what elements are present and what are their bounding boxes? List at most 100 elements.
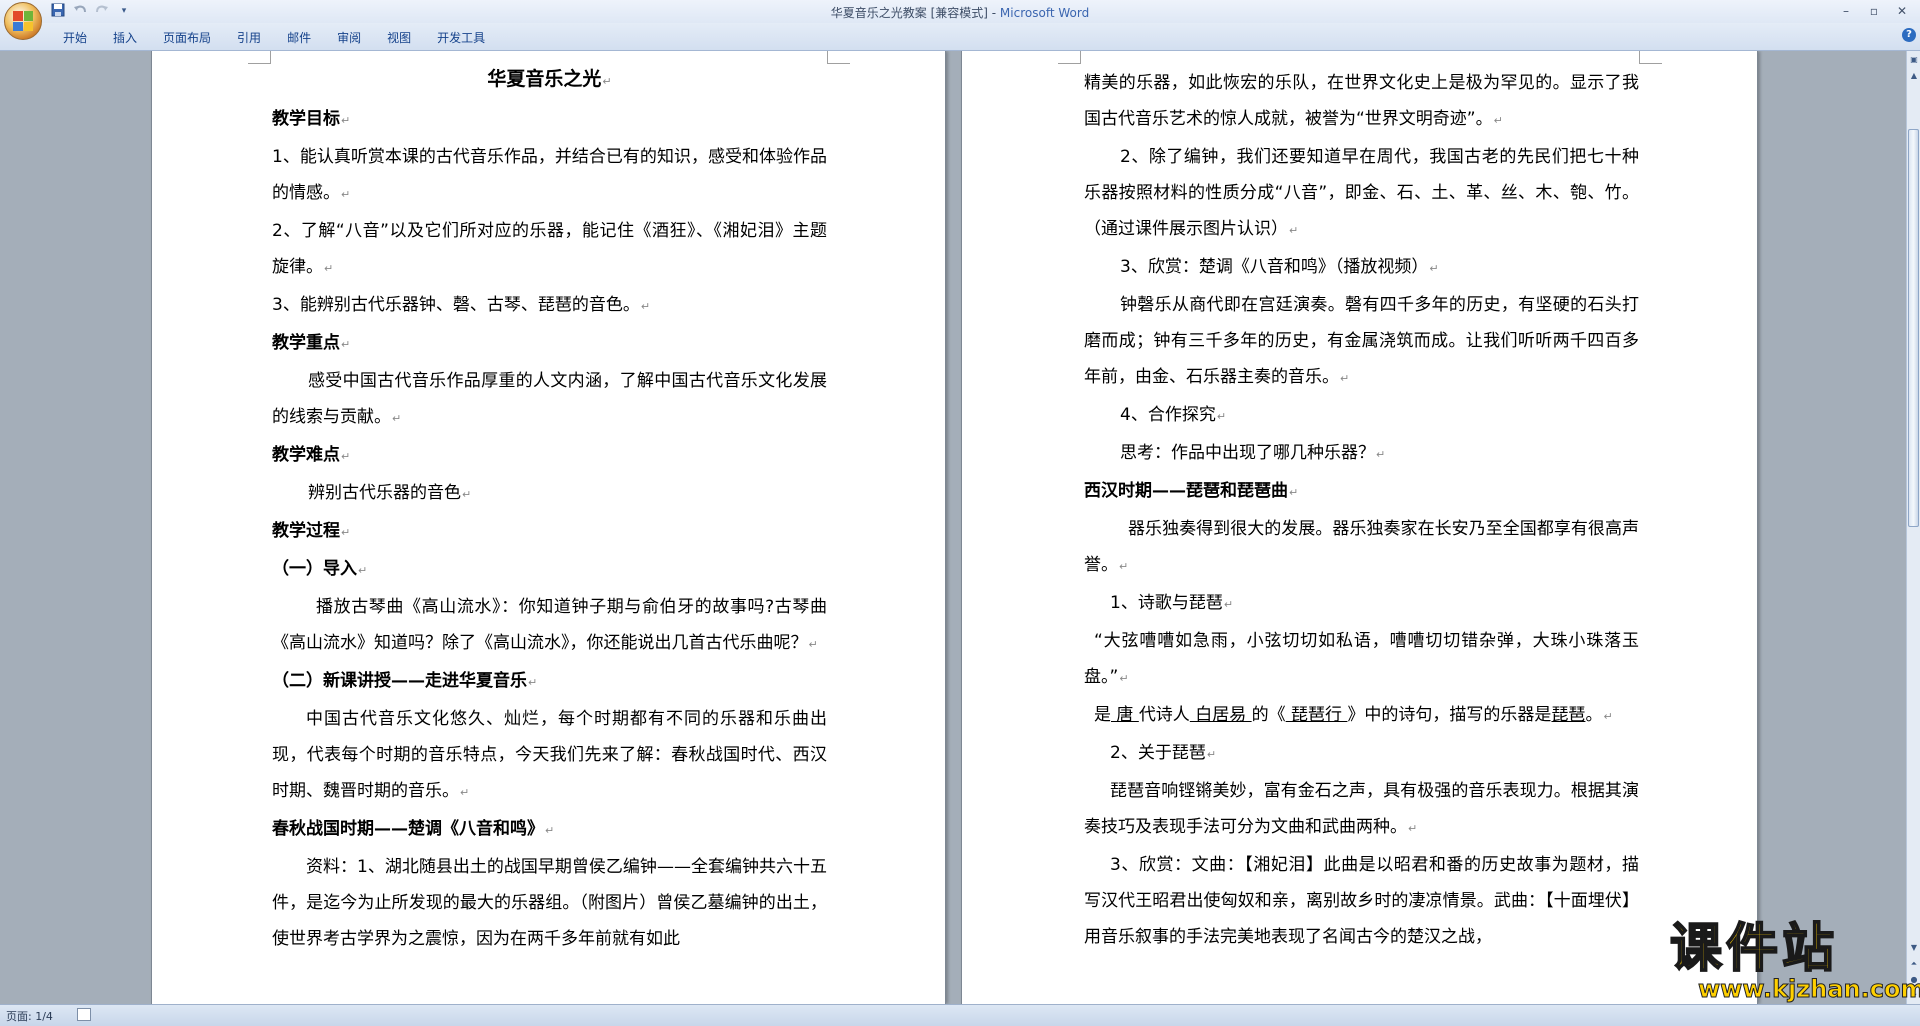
blank-answer: 唐 [1111,705,1139,725]
paragraph: （二）新课讲授——走进华夏音乐↵ [272,663,827,701]
page-count[interactable]: 页面: 1/4 [6,1008,53,1024]
paragraph: 教学目标↵ [272,101,827,139]
paragraph-text: 感受中国古代音乐作品厚重的人文内涵，了解中国古代音乐文化发展的线索与贡献。 [272,371,827,427]
paragraph-text: 教学过程 [272,521,340,541]
page-2-text: 精美的乐器，如此恢宏的乐队，在世界文化史上是极为罕见的。显示了我国古代音乐艺术的… [1084,65,1639,955]
paragraph: 3、欣赏：文曲：【湘妃泪】此曲是以昭君和番的历史故事为题材，描写汉代王昭君出使匈… [1084,847,1639,955]
ruler-toggle-icon[interactable]: ▣ [1908,53,1920,67]
paragraph: 教学难点↵ [272,437,827,475]
margin-corner-mark [248,51,271,64]
paragraph-mark-icon: ↵ [324,262,334,275]
paragraph-mark-icon: ↵ [341,338,351,351]
proofing-icon[interactable] [77,1008,91,1021]
paragraph: 思考：作品中出现了哪几种乐器？↵ [1084,435,1639,473]
paragraph: 教学过程↵ [272,513,827,551]
paragraph-text: 钟磬乐从商代即在宫廷演奏。磬有四千多年的历史，有坚硬的石头打磨而成；钟有三千多年… [1084,295,1639,387]
paragraph: 1、诗歌与琵琶↵ [1084,585,1639,623]
tab-view[interactable]: 视图 [374,27,424,48]
paragraph-mark-icon: ↵ [462,488,472,501]
fill-blank-paragraph: 是 唐 代诗人 白居易 的《 琵琶行 》中的诗句，描写的乐器是琵琶。↵ [1084,697,1639,735]
paragraph-mark-icon: ↵ [1429,262,1439,275]
paragraph-mark-icon: ↵ [341,114,351,127]
paragraph-text: 思考：作品中出现了哪几种乐器？ [1120,443,1375,463]
paragraph-text: 3、欣赏：楚调《八音和鸣》（播放视频） [1120,257,1429,277]
paragraph: 1、能认真听赏本课的古代音乐作品，并结合已有的知识，感受和体验作品的情感。↵ [272,139,827,213]
paragraph-mark-icon: ↵ [1340,372,1350,385]
paragraph-text: 2、除了编钟，我们还要知道早在周代，我国古老的先民们把七十种乐器按照材料的性质分… [1084,147,1639,239]
paragraph-mark-icon: ↵ [602,75,612,88]
paragraph-mark-icon: ↵ [1119,672,1129,685]
blank-answer: 琵琶 [1551,705,1586,725]
paragraph-mark-icon: ↵ [341,188,351,201]
paragraph-text: 教学重点 [272,333,340,353]
paragraph: 春秋战国时期——楚调《八音和鸣》↵ [272,811,827,849]
tab-insert[interactable]: 插入 [100,27,150,48]
window-title: 华夏音乐之光教案 [兼容模式] - Microsoft Word [0,4,1920,21]
margin-corner-mark [1639,51,1662,64]
paragraph-text: 辨别古代乐器的音色 [308,483,461,503]
paragraph-text: 精美的乐器，如此恢宏的乐队，在世界文化史上是极为罕见的。显示了我国古代音乐艺术的… [1084,73,1639,129]
tab-page-layout[interactable]: 页面布局 [150,27,224,48]
office-button[interactable] [4,2,42,40]
app-name: Microsoft Word [999,6,1090,20]
page-1-text: 华夏音乐之光↵ 教学目标↵ 1、能认真听赏本课的古代音乐作品，并结合已有的知识，… [272,51,827,957]
paragraph: 精美的乐器，如此恢宏的乐队，在世界文化史上是极为罕见的。显示了我国古代音乐艺术的… [1084,65,1639,139]
minimize-icon[interactable]: – [1832,2,1860,20]
page-1[interactable]: 华夏音乐之光↵ 教学目标↵ 1、能认真听赏本课的古代音乐作品，并结合已有的知识，… [151,51,946,1004]
paragraph-mark-icon: ↵ [1223,598,1234,611]
ribbon: 开始 插入 页面布局 引用 邮件 审阅 视图 开发工具 ? [0,23,1920,51]
paragraph-text: “大弦嘈嘈如急雨，小弦切切如私语，嘈嘈切切错杂弹，大珠小珠落玉盘。” [1084,631,1639,687]
watermark: 课件站 www.kjzhan.com [1660,917,1920,1004]
blank-answer: 白居易 [1189,705,1252,725]
close-icon[interactable]: ✕ [1888,2,1916,20]
paragraph-mark-icon: ↵ [1493,114,1503,127]
paragraph: “大弦嘈嘈如急雨，小弦切切如私语，嘈嘈切切错杂弹，大珠小珠落玉盘。”↵ [1084,623,1639,697]
paragraph-mark-icon: ↵ [341,450,351,463]
tab-references[interactable]: 引用 [224,27,274,48]
paragraph-text: 1、诗歌与琵琶 [1110,593,1223,613]
paragraph-text: 是 [1094,705,1111,725]
paragraph-text: 3、欣赏：文曲：【湘妃泪】此曲是以昭君和番的历史故事为题材，描写汉代王昭君出使匈… [1084,855,1639,947]
paragraph-text: （一）导入 [272,559,357,579]
document-title-heading: 华夏音乐之光↵ [272,51,827,101]
paragraph: 3、能辨别古代乐器钟、磬、古琴、琵琶的音色。↵ [272,287,827,325]
paragraph-text: 3、能辨别古代乐器钟、磬、古琴、琵琶的音色。 [272,295,640,315]
margin-corner-mark [1058,51,1081,64]
paragraph: 辨别古代乐器的音色↵ [272,475,827,513]
scroll-up-icon[interactable]: ▲ [1908,69,1920,83]
tab-home[interactable]: 开始 [50,27,100,48]
paragraph-text: 西汉时期——琵琶和琵琶曲 [1084,481,1288,501]
page-2[interactable]: 精美的乐器，如此恢宏的乐队，在世界文化史上是极为罕见的。显示了我国古代音乐艺术的… [961,51,1758,1004]
paragraph-text: 教学难点 [272,445,340,465]
title-bar: ▾ 华夏音乐之光教案 [兼容模式] - Microsoft Word – ▫ ✕ [0,0,1920,23]
paragraph: 中国古代音乐文化悠久、灿烂，每个时期都有不同的乐器和乐曲出现，代表每个时期的音乐… [272,701,827,811]
watermark-url: www.kjzhan.com [1697,975,1920,1004]
paragraph-mark-icon: ↵ [1408,822,1418,835]
paragraph: 4、合作探究↵ [1084,397,1639,435]
scrollbar-thumb[interactable] [1908,129,1919,527]
paragraph-mark-icon: ↵ [808,638,818,651]
paragraph: 西汉时期——琵琶和琵琶曲↵ [1084,473,1639,511]
paragraph-text: 的《 [1251,705,1286,725]
paragraph-text: （二）新课讲授——走进华夏音乐 [272,671,527,691]
window-controls: – ▫ ✕ [1832,2,1916,20]
status-bar: 页面: 1/4 [0,1004,1920,1026]
paragraph-mark-icon: ↵ [1289,224,1299,237]
paragraph: 播放古琴曲《高山流水》：你知道钟子期与俞伯牙的故事吗?古琴曲《高山流水》知道吗？… [272,589,827,663]
paragraph: （一）导入↵ [272,551,827,589]
vertical-scrollbar[interactable]: ▣ ▲ ▼ ⏶ ● ⏷ [1906,51,1920,1004]
paragraph-mark-icon: ↵ [1603,710,1613,723]
maximize-icon[interactable]: ▫ [1860,2,1888,20]
paragraph-mark-icon: ↵ [358,564,368,577]
tab-review[interactable]: 审阅 [324,27,374,48]
paragraph-text: 。 [1585,705,1603,725]
ribbon-tabs: 开始 插入 页面布局 引用 邮件 审阅 视图 开发工具 [50,27,498,48]
help-icon[interactable]: ? [1902,28,1916,42]
paragraph-mark-icon: ↵ [545,824,555,837]
paragraph: 2、了解“八音”以及它们所对应的乐器，能记住《酒狂》、《湘妃泪》主题旋律。↵ [272,213,827,287]
paragraph-mark-icon: ↵ [1289,486,1299,499]
paragraph-text: 1、能认真听赏本课的古代音乐作品，并结合已有的知识，感受和体验作品的情感。 [272,147,827,203]
paragraph: 琵琶音响铿锵美妙，富有金石之声，具有极强的音乐表现力。根据其演奏技巧及表现手法可… [1084,773,1639,847]
tab-developer[interactable]: 开发工具 [424,27,498,48]
tab-mailings[interactable]: 邮件 [274,27,324,48]
